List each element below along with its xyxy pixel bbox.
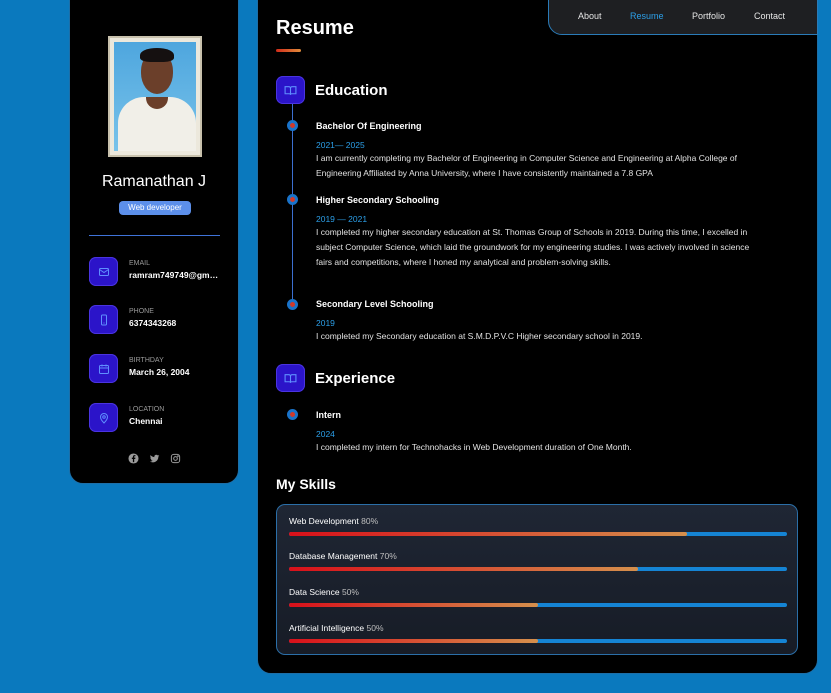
instagram-icon[interactable] xyxy=(170,451,181,464)
profile-sidebar: Ramanathan J Web developer EMAIL ramram7… xyxy=(69,0,239,484)
skills-title: My Skills xyxy=(276,476,336,492)
item-title: Secondary Level Schooling xyxy=(316,299,434,309)
timeline-dot xyxy=(287,409,298,420)
item-text: I completed my Secondary education at S.… xyxy=(316,331,643,341)
skill-progress-bar xyxy=(289,639,787,643)
skill-item: Web Development 80% xyxy=(289,516,787,536)
avatar xyxy=(108,36,202,157)
skill-progress-bar xyxy=(289,567,787,571)
skill-name: Data Science xyxy=(289,587,340,597)
twitter-icon[interactable] xyxy=(149,451,160,463)
contact-label: EMAIL xyxy=(129,260,151,267)
email-value[interactable]: ramram749749@gmail.com xyxy=(129,270,221,280)
skill-name: Database Management xyxy=(289,551,378,561)
phone-value[interactable]: 6374343268 xyxy=(129,318,221,328)
skill-name: Web Development xyxy=(289,516,359,526)
title-underline xyxy=(276,49,301,52)
skill-item: Data Science 50% xyxy=(289,587,787,607)
social-links xyxy=(70,451,238,464)
item-title: Higher Secondary Schooling xyxy=(316,195,440,205)
book-open-icon xyxy=(276,76,305,104)
nav-portfolio[interactable]: Portfolio xyxy=(692,11,725,21)
sidebar-divider xyxy=(89,235,220,236)
item-text: I completed my higher secondary educatio… xyxy=(316,227,750,267)
education-title: Education xyxy=(315,82,388,99)
top-navbar: About Resume Portfolio Contact xyxy=(548,0,818,35)
skill-progress-fill xyxy=(289,532,688,536)
timeline-item: Higher Secondary Schooling 2019 — 2021 I… xyxy=(316,195,756,270)
phone-icon xyxy=(89,305,118,334)
contact-location: LOCATION Chennai xyxy=(89,403,229,433)
contact-label: LOCATION xyxy=(129,406,165,413)
item-date: 2024 xyxy=(316,429,335,439)
item-title: Intern xyxy=(316,410,342,420)
contact-phone: PHONE 6374343268 xyxy=(89,305,229,335)
skill-progress-fill xyxy=(289,567,638,571)
skill-item: Artificial Intelligence 50% xyxy=(289,623,787,643)
timeline-item: Intern 2024 I completed my intern for Te… xyxy=(316,410,756,455)
skill-item: Database Management 70% xyxy=(289,551,787,571)
timeline-dot xyxy=(287,299,298,310)
skill-percent: 50% xyxy=(366,623,384,633)
skill-progress-fill xyxy=(289,603,538,607)
skill-progress-fill xyxy=(289,639,538,643)
nav-about[interactable]: About xyxy=(578,11,602,21)
book-open-icon xyxy=(276,364,305,392)
item-date: 2019 — 2021 xyxy=(316,214,368,224)
page-title: Resume xyxy=(276,17,354,39)
mail-icon xyxy=(89,257,118,286)
skill-percent: 50% xyxy=(341,587,359,597)
item-date: 2021— 2025 xyxy=(316,140,365,150)
resume-panel: About Resume Portfolio Contact Resume Ed… xyxy=(257,0,818,674)
role-badge: Web developer xyxy=(119,201,191,215)
item-title: Bachelor Of Engineering xyxy=(316,121,422,131)
timeline-item: Bachelor Of Engineering 2021— 2025 I am … xyxy=(316,121,756,181)
skills-box: Web Development 80% Database Management … xyxy=(276,504,798,655)
nav-contact[interactable]: Contact xyxy=(754,11,785,21)
item-text: I am currently completing my Bachelor of… xyxy=(316,153,737,178)
contact-label: BIRTHDAY xyxy=(129,357,164,364)
location-value: Chennai xyxy=(129,416,163,426)
facebook-icon[interactable] xyxy=(127,451,139,464)
nav-resume[interactable]: Resume xyxy=(630,11,664,21)
item-date: 2019 xyxy=(316,318,335,328)
experience-title: Experience xyxy=(315,370,396,387)
skill-name: Artificial Intelligence xyxy=(289,623,365,633)
calendar-icon xyxy=(89,354,118,383)
skill-progress-bar xyxy=(289,532,787,536)
timeline-dot xyxy=(287,120,298,131)
timeline-dot xyxy=(287,194,298,205)
item-text: I completed my intern for Technohacks in… xyxy=(316,442,632,452)
timeline-item: Secondary Level Schooling 2019 I complet… xyxy=(316,299,756,344)
contact-label: PHONE xyxy=(129,308,154,315)
skill-progress-bar xyxy=(289,603,787,607)
skill-percent: 70% xyxy=(379,551,397,561)
contact-email: EMAIL ramram749749@gmail.com xyxy=(89,257,229,287)
contact-birthday: BIRTHDAY March 26, 2004 xyxy=(89,354,229,384)
profile-name: Ramanathan J xyxy=(101,173,207,190)
birthday-value: March 26, 2004 xyxy=(129,367,190,377)
skill-percent: 80% xyxy=(361,516,379,526)
location-pin-icon xyxy=(89,403,118,432)
